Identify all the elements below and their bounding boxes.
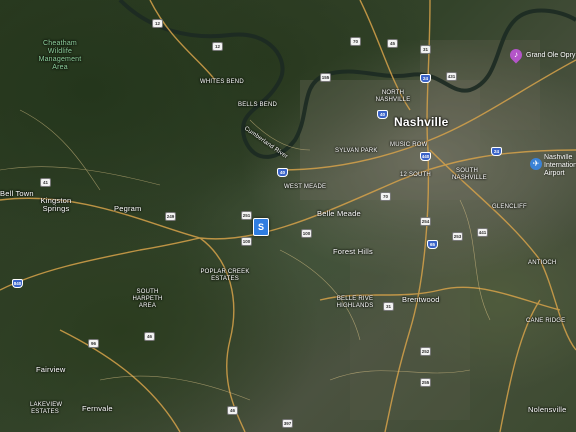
route-shield: 31 xyxy=(383,302,394,311)
interstate-shield: 65 xyxy=(427,240,438,249)
route-shield: 441 xyxy=(477,228,488,237)
route-shield: 155 xyxy=(320,73,331,82)
label-glencliff: GLENCLIFF xyxy=(492,204,527,210)
label-south-harpeth-area: SOUTH HARPETH AREA xyxy=(132,289,163,309)
location-marker[interactable]: S xyxy=(253,218,269,236)
route-shield: 12 xyxy=(212,42,223,51)
poi-label-opry[interactable]: Grand Ole Opry xyxy=(526,52,575,59)
label-fernvale: Fernvale xyxy=(82,404,113,413)
route-shield: 70 xyxy=(380,192,391,201)
route-shield: 255 xyxy=(420,378,431,387)
label-fairview: Fairview xyxy=(36,365,66,374)
airport-pin[interactable]: ✈ xyxy=(530,158,542,172)
label-cane-ridge: CANE RIDGE xyxy=(526,318,566,324)
label-north-nashville: NORTH NASHVILLE xyxy=(375,90,411,103)
poi-label-airport[interactable]: Nashville International Airport xyxy=(544,154,576,178)
map-base-layer xyxy=(0,0,576,432)
interstate-shield: 440 xyxy=(420,152,431,161)
label-forest-hills: Forest Hills xyxy=(333,247,373,256)
label-whites-bend: WHITES BEND xyxy=(200,79,244,85)
route-shield: 70 xyxy=(350,37,361,46)
label-sylvan-park: SYLVAN PARK xyxy=(335,148,378,154)
route-shield: 41 xyxy=(40,178,51,187)
label-pegram: Pegram xyxy=(114,204,142,213)
route-shield: 96 xyxy=(88,339,99,348)
route-shield: 46 xyxy=(227,406,238,415)
route-shield: 397 xyxy=(282,419,293,428)
route-shield: 252 xyxy=(420,347,431,356)
label-cheatham-wma: Cheatham Wildlife Management Area xyxy=(38,40,82,71)
satellite-map[interactable]: Cheatham Wildlife Management Area WHITES… xyxy=(0,0,576,432)
label-belle-meade: Belle Meade xyxy=(317,209,361,218)
label-nashville: Nashville xyxy=(394,115,449,129)
label-brentwood: Brentwood xyxy=(402,295,440,304)
interstate-shield: 40 xyxy=(377,110,388,119)
route-shield: 254 xyxy=(420,217,431,226)
label-bell-town: Bell Town xyxy=(0,189,34,198)
airplane-icon: ✈ xyxy=(532,159,540,168)
route-shield: 46 xyxy=(144,332,155,341)
label-kingston-springs: Kingston Springs xyxy=(40,196,72,213)
interstate-shield: 24 xyxy=(491,147,502,156)
label-lakeview-estates: LAKEVIEW ESTATES xyxy=(30,402,63,415)
label-bells-bend: BELLS BEND xyxy=(238,102,278,108)
route-shield: 253 xyxy=(452,232,463,241)
label-west-meade: WEST MEADE xyxy=(284,184,327,190)
grand-ole-opry-pin[interactable]: ♪ xyxy=(507,46,525,64)
label-belle-rive-highlands: BELLE RIVE HIGHLANDS xyxy=(336,296,374,309)
route-shield: 431 xyxy=(446,72,457,81)
route-shield: 249 xyxy=(165,212,176,221)
label-nolensville: Nolensville xyxy=(528,405,567,414)
route-shield: 100 xyxy=(241,237,252,246)
interstate-shield: 840 xyxy=(12,279,23,288)
interstate-shield: 24 xyxy=(420,74,431,83)
label-poplar-creek-estates: POPLAR CREEK ESTATES xyxy=(200,269,250,282)
label-12-south: 12 SOUTH xyxy=(400,172,431,178)
route-shield: 31 xyxy=(420,45,431,54)
music-note-icon: ♪ xyxy=(514,50,518,59)
label-south-nashville: SOUTH NASHVILLE xyxy=(452,168,487,181)
label-antioch: ANTIOCH xyxy=(528,260,557,266)
label-music-row: MUSIC ROW xyxy=(390,142,428,148)
route-shield: 12 xyxy=(152,19,163,28)
route-shield: 100 xyxy=(301,229,312,238)
route-shield: 45 xyxy=(387,39,398,48)
interstate-shield: 40 xyxy=(277,168,288,177)
route-shield: 251 xyxy=(241,211,252,220)
